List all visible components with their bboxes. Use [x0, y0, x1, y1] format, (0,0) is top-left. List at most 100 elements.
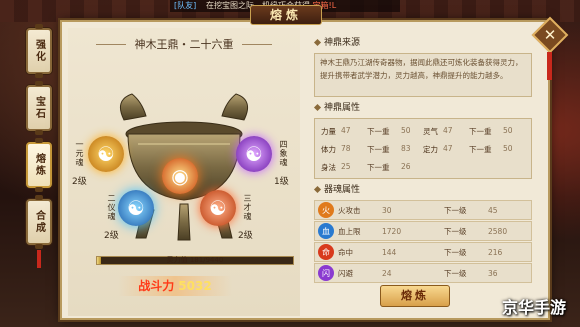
- tab-label: 宝石: [33, 96, 45, 120]
- attr-next-label: 下一重: [367, 144, 390, 154]
- soul-name: 闪避: [338, 268, 353, 278]
- hp-icon: 血: [318, 223, 334, 239]
- site-watermark: 京华手游: [501, 298, 566, 317]
- soul-title: 器魂属性: [314, 183, 532, 197]
- soul-next-label: 下一级: [444, 247, 467, 257]
- list-item: 火 火攻击 30 下一级 45: [314, 200, 532, 220]
- attr-title: 神鼎属性: [314, 101, 532, 115]
- tab-refine[interactable]: 熔炼: [26, 138, 52, 192]
- yin-yang-icon: ☯: [245, 142, 263, 166]
- spirit-power-bar: 灵力值 181/9440: [96, 256, 294, 265]
- attr-value: 78: [341, 143, 351, 153]
- soul-value: 1720: [382, 226, 402, 236]
- menu-tassel: [37, 250, 41, 268]
- soul-next-value: 36: [488, 268, 498, 278]
- soul-list: 火 火攻击 30 下一级 45 血 血上限 1720 下一级 2580 命 命中…: [314, 200, 532, 283]
- soul-next-label: 下一级: [444, 226, 467, 236]
- spirit-power-label: 灵力值: [166, 256, 188, 264]
- window-title: 熔炼: [250, 5, 322, 25]
- tab-gem[interactable]: 宝石: [26, 81, 52, 135]
- tab-label: 合成: [33, 210, 45, 234]
- close-icon: ✕: [543, 26, 557, 44]
- attr-name: 身法: [321, 162, 336, 172]
- refine-button[interactable]: 熔炼: [380, 285, 450, 307]
- yin-yang-icon: ☯: [209, 196, 227, 220]
- tab-knob: [35, 244, 43, 249]
- list-item: 血 血上限 1720 下一级 2580: [314, 221, 532, 241]
- tab-knob: [35, 195, 43, 200]
- soul-next-label: 下一级: [444, 268, 467, 278]
- combat-score-label: 战斗力: [138, 279, 175, 293]
- dodge-icon: 闪: [318, 265, 334, 281]
- origin-title: 神鼎来源: [314, 36, 532, 50]
- tab-knob: [35, 81, 43, 86]
- tab-synthesize[interactable]: 合成: [26, 195, 52, 249]
- close-tassel: [547, 52, 552, 80]
- attr-next-value: 50: [503, 143, 513, 153]
- cauldron-area: 神木王鼎・二十六重 ☯ 一元魂 2级 ☯ 四象魂 1级 ☯ 二仪魂 2级 ☯ 三…: [68, 28, 300, 316]
- attr-cell: 定力 47 下一重 50: [423, 144, 525, 155]
- orb-sixiang[interactable]: ☯: [236, 136, 272, 172]
- tab-strengthen[interactable]: 强化: [26, 24, 52, 78]
- tab-knob: [35, 187, 43, 192]
- tab-knob: [35, 73, 43, 78]
- attr-value: 47: [341, 125, 351, 135]
- attr-table: 力量 47 下一重 50 灵气 47 下一重 50 体力 78 下一重 83 定力 47 下一重 50 …: [314, 118, 532, 179]
- orb-yiyuan[interactable]: ☯: [88, 136, 124, 172]
- orb-label: 四象魂: [279, 140, 288, 167]
- attr-next-label: 下一重: [469, 144, 492, 154]
- list-item: 闪 闪避 24 下一级 36: [314, 263, 532, 283]
- yin-yang-icon: ☯: [97, 142, 115, 166]
- spirit-power-value: 181/9440: [189, 256, 224, 264]
- soul-name: 血上限: [338, 226, 361, 236]
- soul-next-value: 2580: [488, 226, 508, 236]
- fire-attack-icon: 火: [318, 202, 334, 218]
- attr-next-value: 83: [401, 143, 411, 153]
- spirit-power-text: 灵力值 181/9440: [97, 256, 293, 265]
- soul-name: 火攻击: [338, 205, 361, 215]
- orb-level: 2级: [238, 231, 253, 241]
- attr-next-label: 下一重: [367, 126, 390, 136]
- hit-icon: 命: [318, 244, 334, 260]
- orb-eryi[interactable]: ☯: [118, 190, 154, 226]
- orb-level: 1级: [274, 177, 289, 187]
- orb-label: 二仪魂: [107, 194, 116, 221]
- attr-row: 身法 25 下一重 26: [321, 158, 525, 176]
- combat-score: 战斗力 5032: [118, 276, 232, 296]
- orb-center[interactable]: ◉: [162, 158, 198, 194]
- fire-core-icon: ◉: [171, 164, 189, 188]
- tab-knob: [35, 130, 43, 135]
- attr-cell: 身法 25 下一重 26: [321, 162, 423, 173]
- tab-knob: [35, 24, 43, 29]
- attr-row: 力量 47 下一重 50 灵气 47 下一重 50: [321, 122, 525, 140]
- attr-name: 灵气: [423, 126, 438, 136]
- tab-label: 熔炼: [33, 153, 45, 177]
- attr-cell: 体力 78 下一重 83: [321, 144, 423, 155]
- attr-cell: 灵气 47 下一重 50: [423, 126, 525, 137]
- orb-sancai[interactable]: ☯: [200, 190, 236, 226]
- soul-next-value: 216: [488, 247, 503, 257]
- attr-cell: 力量 47 下一重 50: [321, 126, 423, 137]
- attr-next-label: 下一重: [469, 126, 492, 136]
- soul-next-label: 下一级: [444, 205, 467, 215]
- origin-description: 神木王鼎乃江湖传奇器物，据闻此鼎还可炼化装备获得灵力，提升携带者武学潜力，灵力越…: [314, 53, 532, 97]
- list-item: 命 命中 144 下一级 216: [314, 242, 532, 262]
- attr-next-label: 下一重: [367, 162, 390, 172]
- attr-name: 定力: [423, 144, 438, 154]
- soul-name: 命中: [338, 247, 353, 257]
- attr-value: 47: [443, 143, 453, 153]
- info-panel: 神鼎来源 神木王鼎乃江湖传奇器物，据闻此鼎还可炼化装备获得灵力，提升携带者武学潜…: [314, 36, 532, 284]
- yin-yang-icon: ☯: [127, 196, 145, 220]
- attr-next-value: 50: [503, 125, 513, 135]
- soul-value: 24: [382, 268, 392, 278]
- attr-value: 25: [341, 161, 351, 171]
- orb-level: 2级: [104, 231, 119, 241]
- tab-knob: [35, 138, 43, 143]
- soul-value: 144: [382, 247, 397, 257]
- orb-label: 一元魂: [75, 140, 84, 167]
- soul-next-value: 45: [488, 205, 498, 215]
- side-menu: 强化 宝石 熔炼 合成: [26, 24, 56, 256]
- attr-next-value: 50: [401, 125, 411, 135]
- attr-name: 力量: [321, 126, 336, 136]
- tab-label: 强化: [33, 39, 45, 63]
